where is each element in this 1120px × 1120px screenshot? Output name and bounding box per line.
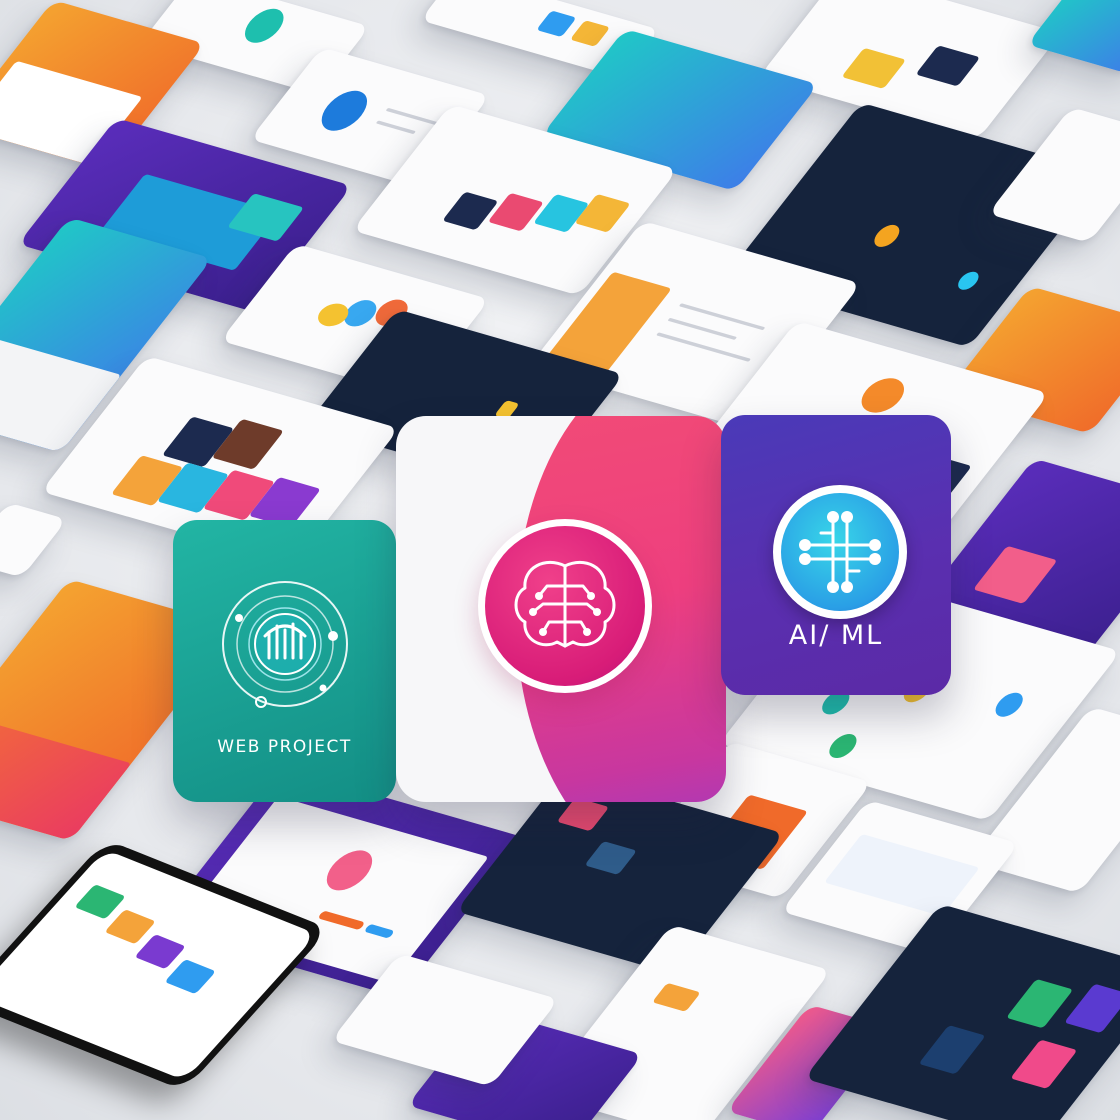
ai-ml-label: AI/ ML — [788, 620, 884, 651]
mockup-tile-teal — [1026, 0, 1120, 74]
mockup-tile-white — [0, 502, 68, 578]
ai-icon-ring — [773, 485, 907, 619]
brain-card[interactable] — [396, 416, 726, 802]
collage-background: WEB PROJECT AI/ ML — [0, 0, 1120, 1120]
brain-disc — [478, 519, 652, 693]
web-project-icon — [222, 581, 348, 708]
brain-circuit-icon — [514, 560, 616, 648]
web-project-card[interactable]: WEB PROJECT — [173, 520, 396, 802]
ai-ml-card[interactable]: AI/ ML — [721, 415, 951, 695]
network-node-icon — [799, 511, 881, 593]
web-project-label: WEB PROJECT — [217, 737, 352, 757]
mockup-tile-dark — [803, 903, 1120, 1120]
